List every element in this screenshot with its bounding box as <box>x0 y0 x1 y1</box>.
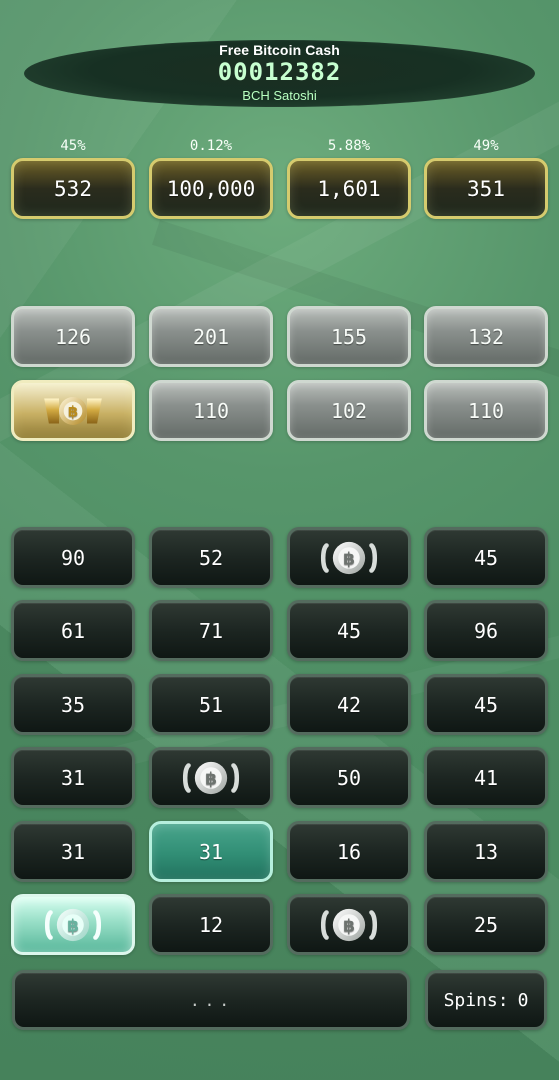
game-tile[interactable]: 13 <box>424 821 548 882</box>
jackpot-tile[interactable]: 100,000 <box>149 158 273 219</box>
satoshi-balance: 00012382 <box>217 58 342 86</box>
game-tile[interactable]: 96 <box>424 600 548 661</box>
status-message-bar: ... <box>12 970 410 1030</box>
bonus-tile[interactable]: 110 <box>424 380 548 441</box>
jackpot-percent-1: 45% <box>60 138 86 154</box>
game-value: 50 <box>336 765 362 790</box>
bonus-value: 126 <box>54 324 92 349</box>
game-tile[interactable]: 12 <box>149 894 273 955</box>
spins-value: 0 <box>517 989 529 1011</box>
svg-text:฿: ฿ <box>68 403 78 420</box>
bitcoin-cash-gold-icon: ฿ <box>38 387 108 435</box>
app-title: Free Bitcoin Cash <box>219 42 340 58</box>
game-value: 71 <box>198 618 224 643</box>
game-value: 45 <box>473 692 499 717</box>
balance-header: Free Bitcoin Cash 00012382 BCH Satoshi <box>24 40 535 107</box>
bitcoin-cash-teal-icon: ฿ <box>38 901 108 949</box>
bitcoin-cash-silver-icon: ฿ <box>314 534 384 582</box>
game-value: 16 <box>336 839 362 864</box>
game-value: 25 <box>473 912 499 937</box>
svg-text:฿: ฿ <box>343 549 355 569</box>
svg-text:฿: ฿ <box>343 916 355 936</box>
bonus-value: 102 <box>330 398 368 423</box>
game-value: 61 <box>60 618 86 643</box>
game-tile[interactable]: 31 <box>11 747 135 808</box>
coin-tile[interactable]: ฿ <box>287 894 411 955</box>
bonus-value: 110 <box>467 398 505 423</box>
game-tile[interactable]: 42 <box>287 674 411 735</box>
game-value: 35 <box>60 692 86 717</box>
jackpot-percent-2: 0.12% <box>189 138 233 154</box>
game-tile[interactable]: 16 <box>287 821 411 882</box>
game-value: 45 <box>473 545 499 570</box>
jackpot-value: 100,000 <box>166 176 256 201</box>
game-tile[interactable]: 71 <box>149 600 273 661</box>
game-value: 31 <box>60 765 86 790</box>
game-tile[interactable]: 61 <box>11 600 135 661</box>
game-value: 31 <box>60 839 86 864</box>
coin-tile[interactable]: ฿ <box>287 527 411 588</box>
jackpot-percent-4: 49% <box>473 138 499 154</box>
bonus-tile[interactable]: 102 <box>287 380 411 441</box>
game-tile[interactable]: 50 <box>287 747 411 808</box>
game-tile[interactable]: 45 <box>424 527 548 588</box>
bonus-value: 155 <box>330 324 368 349</box>
game-tile[interactable]: 90 <box>11 527 135 588</box>
jackpot-percent-3: 5.88% <box>327 138 371 154</box>
game-value: 96 <box>473 618 499 643</box>
game-tile[interactable]: 31 <box>11 821 135 882</box>
bonus-tile[interactable]: 201 <box>149 306 273 367</box>
bonus-tile[interactable]: 155 <box>287 306 411 367</box>
selected-game-tile[interactable]: 31 <box>149 821 273 882</box>
game-value: 45 <box>336 618 362 643</box>
spins-counter: Spins: 0 <box>425 970 547 1030</box>
game-value: 51 <box>198 692 224 717</box>
balance-unit: BCH Satoshi <box>242 88 317 103</box>
game-value: 41 <box>473 765 499 790</box>
jackpot-value: 351 <box>467 176 505 201</box>
coin-tile[interactable]: ฿ <box>11 894 135 955</box>
svg-text:฿: ฿ <box>205 769 217 789</box>
game-tile[interactable]: 52 <box>149 527 273 588</box>
game-tile[interactable]: 45 <box>424 674 548 735</box>
game-value: 42 <box>336 692 362 717</box>
jackpot-tile[interactable]: 1,601 <box>287 158 411 219</box>
bonus-value: 201 <box>192 324 230 349</box>
game-value: 31 <box>198 839 224 864</box>
game-tile[interactable]: 51 <box>149 674 273 735</box>
bonus-value: 110 <box>192 398 230 423</box>
svg-text:฿: ฿ <box>67 916 79 936</box>
jackpot-tile[interactable]: 532 <box>11 158 135 219</box>
spins-label: Spins: <box>443 989 509 1011</box>
coin-tile[interactable]: ฿ <box>149 747 273 808</box>
bonus-tile[interactable]: 132 <box>424 306 548 367</box>
jackpot-value: 1,601 <box>317 176 381 201</box>
jackpot-tile[interactable]: 351 <box>424 158 548 219</box>
bonus-value: 132 <box>467 324 505 349</box>
jackpot-value: 532 <box>54 176 92 201</box>
game-tile[interactable]: 45 <box>287 600 411 661</box>
game-tile[interactable]: 25 <box>424 894 548 955</box>
bonus-tile[interactable]: 126 <box>11 306 135 367</box>
bitcoin-cash-silver-icon: ฿ <box>176 754 246 802</box>
game-value: 90 <box>60 545 86 570</box>
game-tile[interactable]: 41 <box>424 747 548 808</box>
game-value: 13 <box>473 839 499 864</box>
bonus-coin-tile[interactable]: ฿ <box>11 380 135 441</box>
bonus-tile[interactable]: 110 <box>149 380 273 441</box>
status-message: ... <box>190 990 234 1010</box>
game-value: 12 <box>198 912 224 937</box>
game-value: 52 <box>198 545 224 570</box>
game-tile[interactable]: 35 <box>11 674 135 735</box>
bitcoin-cash-silver-icon: ฿ <box>314 901 384 949</box>
